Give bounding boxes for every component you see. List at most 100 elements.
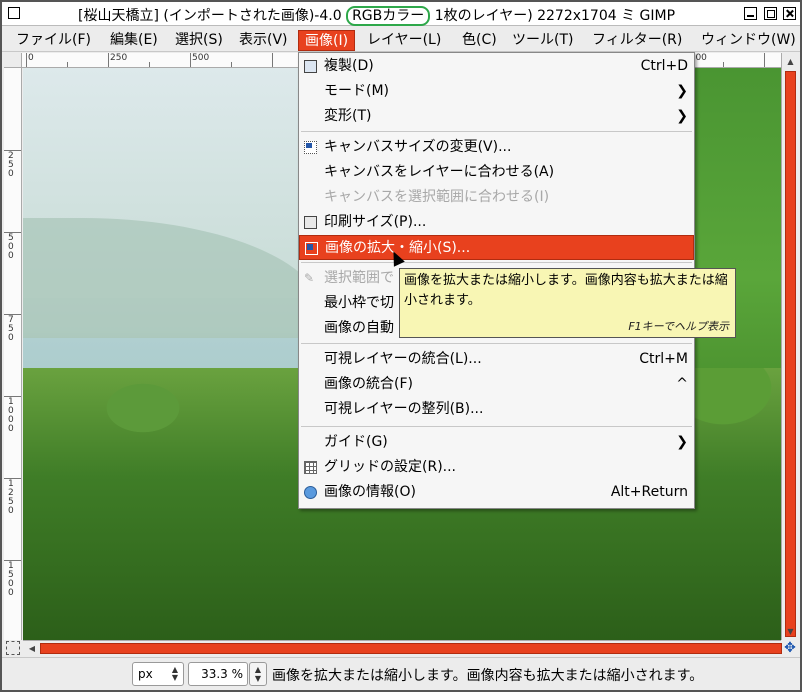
menu-image[interactable]: 画像(I) xyxy=(298,30,356,51)
ruler-tick xyxy=(764,53,765,67)
menu-colors[interactable]: 色(C) xyxy=(456,30,503,51)
status-bar: px ▲ ▼ 33.3 % ▲ ▼ 画像を拡大または縮小します。画像内容も拡大または… xyxy=(2,657,800,690)
maximize-button[interactable] xyxy=(764,7,777,20)
ruler-corner[interactable] xyxy=(4,53,22,68)
menu-item-mode[interactable]: モード(M) ❯ xyxy=(299,79,694,104)
menu-item-label: 画像の統合(F) xyxy=(324,376,413,392)
menu-item-transform[interactable]: 変形(T) ❯ xyxy=(299,104,694,129)
scroll-down-arrow-icon[interactable]: ▼ xyxy=(785,625,796,639)
menu-layer[interactable]: レイヤー(L) xyxy=(361,30,447,51)
menu-item-print-size[interactable]: 印刷サイズ(P)... xyxy=(299,210,694,235)
horizontal-scroll-thumb[interactable] xyxy=(40,643,782,654)
menu-windows[interactable]: ウィンドウ(W) xyxy=(695,30,802,51)
menu-separator xyxy=(301,131,692,132)
menu-select[interactable]: 選択(S) xyxy=(169,30,229,51)
info-icon xyxy=(304,486,317,499)
print-size-icon xyxy=(304,216,317,229)
menu-item-image-properties[interactable]: 画像の情報(O) Alt+Return xyxy=(299,480,694,505)
menu-item-configure-grid[interactable]: グリッドの設定(R)... xyxy=(299,455,694,480)
tooltip-text: 画像を拡大または縮小します。画像内容も拡大または縮小されます。 xyxy=(404,273,728,308)
menu-separator xyxy=(301,426,692,427)
gimp-image-window: [桜山天橋立] (インポートされた画像)-4.0 RGBカラー 1枚のレイヤー)… xyxy=(0,0,802,692)
window-menu-button[interactable] xyxy=(8,7,20,19)
ruler-label: 250 xyxy=(8,151,14,179)
tooltip-help-hint: F1キーでヘルプ表示 xyxy=(628,320,729,333)
status-message: 画像を拡大または縮小します。画像内容も拡大または縮小されます。 xyxy=(272,668,704,684)
minimize-button[interactable] xyxy=(744,7,757,20)
unit-value: px xyxy=(138,667,153,681)
menu-item-label: 印刷サイズ(P)... xyxy=(324,214,427,230)
menu-separator xyxy=(301,343,692,344)
menu-item-fit-canvas-to-layers[interactable]: キャンバスをレイヤーに合わせる(A) xyxy=(299,160,694,185)
menu-file[interactable]: ファイル(F) xyxy=(10,30,97,51)
vertical-scrollbar[interactable]: ▲ ▼ xyxy=(781,53,798,640)
ruler-label: 500 xyxy=(8,233,14,261)
ruler-tick xyxy=(272,53,273,67)
menu-item-label: ガイド(G) xyxy=(324,434,388,450)
menu-item-canvas-size[interactable]: キャンバスサイズの変更(V)... xyxy=(299,135,694,160)
menu-item-label: 変形(T) xyxy=(324,108,372,124)
menu-item-accel: Ctrl+D xyxy=(640,58,688,74)
quick-mask-toggle[interactable] xyxy=(6,641,20,655)
menu-item-label: 複製(D) xyxy=(324,58,374,74)
unit-spin-icon: ▲ ▼ xyxy=(171,665,179,682)
ruler-tick xyxy=(231,62,232,67)
canvas-size-icon xyxy=(304,141,317,154)
zoom-spin-icon[interactable]: ▲ ▼ xyxy=(249,662,267,686)
horizontal-scrollbar[interactable]: ◀ xyxy=(23,640,782,656)
menu-item-scale-image[interactable]: 画像の拡大・縮小(S)... xyxy=(299,235,694,260)
vertical-scroll-thumb[interactable] xyxy=(785,71,796,637)
close-button[interactable] xyxy=(783,7,796,20)
window-title: [桜山天橋立] (インポートされた画像)-4.0 RGBカラー 1枚のレイヤー)… xyxy=(78,5,675,26)
menu-edit[interactable]: 編集(E) xyxy=(104,30,164,51)
unit-selector[interactable]: px ▲ ▼ xyxy=(132,662,184,686)
menu-item-align-visible-layers[interactable]: 可視レイヤーの整列(B)... xyxy=(299,397,694,422)
menu-item-fit-canvas-to-selection: キャンバスを選択範囲に合わせる(I) xyxy=(299,185,694,210)
ruler-tick xyxy=(26,53,27,67)
menu-item-accel: Alt+Return xyxy=(610,484,688,500)
menu-item-accel: ^ xyxy=(676,376,688,392)
ruler-label: 1000 xyxy=(8,397,14,434)
ruler-label: 500 xyxy=(192,53,210,63)
menu-item-label: グリッドの設定(R)... xyxy=(324,459,457,475)
navigate-icon[interactable]: ✥ xyxy=(783,641,797,655)
title-bar: [桜山天橋立] (インポートされた画像)-4.0 RGBカラー 1枚のレイヤー)… xyxy=(2,2,800,26)
menu-item-flatten-image[interactable]: 画像の統合(F) ^ xyxy=(299,372,694,397)
menu-item-label: キャンバスを選択範囲に合わせる(I) xyxy=(324,189,550,205)
submenu-arrow-icon: ❯ xyxy=(676,83,688,99)
menu-item-label: 画像の情報(O) xyxy=(324,484,416,500)
duplicate-icon xyxy=(304,60,317,73)
submenu-arrow-icon: ❯ xyxy=(676,434,688,450)
vertical-ruler[interactable]: 250 500 750 1000 1250 1500 xyxy=(4,68,22,640)
scroll-up-arrow-icon[interactable]: ▲ xyxy=(785,55,796,69)
zoom-field[interactable]: 33.3 % xyxy=(188,662,248,686)
ruler-tick xyxy=(149,62,150,67)
tooltip: 画像を拡大または縮小します。画像内容も拡大または縮小されます。 F1キーでヘルプ… xyxy=(399,268,736,338)
submenu-arrow-icon: ❯ xyxy=(676,108,688,124)
menu-tools[interactable]: ツール(T) xyxy=(506,30,579,51)
ruler-label: 0 xyxy=(28,53,34,63)
grid-icon xyxy=(304,461,317,474)
ruler-tick xyxy=(723,62,724,67)
menu-item-duplicate[interactable]: 複製(D) Ctrl+D xyxy=(299,54,694,79)
menu-item-label: 可視レイヤーの整列(B)... xyxy=(324,401,484,417)
menu-item-label: キャンバスをレイヤーに合わせる(A) xyxy=(324,164,555,180)
menu-item-label: モード(M) xyxy=(324,83,390,99)
ruler-tick xyxy=(190,53,191,67)
menu-bar: ファイル(F) 編集(E) 選択(S) 表示(V) 画像(I) レイヤー(L) … xyxy=(2,27,800,52)
menu-item-merge-visible-layers[interactable]: 可視レイヤーの統合(L)... Ctrl+M xyxy=(299,347,694,372)
menu-item-guides[interactable]: ガイド(G) ❯ xyxy=(299,430,694,455)
ruler-label: 1250 xyxy=(8,479,14,516)
menu-item-label: 画像の自動 xyxy=(324,320,394,336)
menu-item-label: キャンバスサイズの変更(V)... xyxy=(324,139,512,155)
ruler-tick xyxy=(108,53,109,67)
menu-filters[interactable]: フィルター(R) xyxy=(586,30,688,51)
menu-item-label: 可視レイヤーの統合(L)... xyxy=(324,351,482,367)
menu-item-label: 選択範囲で xyxy=(324,270,394,286)
scale-image-icon xyxy=(305,242,318,255)
title-prefix: [桜山天橋立] (インポートされた画像)-4.0 xyxy=(78,8,347,24)
ruler-label: 750 xyxy=(8,315,14,343)
scroll-left-arrow-icon[interactable]: ◀ xyxy=(25,641,39,656)
menu-item-label: 最小枠で切 xyxy=(324,295,394,311)
menu-view[interactable]: 表示(V) xyxy=(233,30,294,51)
